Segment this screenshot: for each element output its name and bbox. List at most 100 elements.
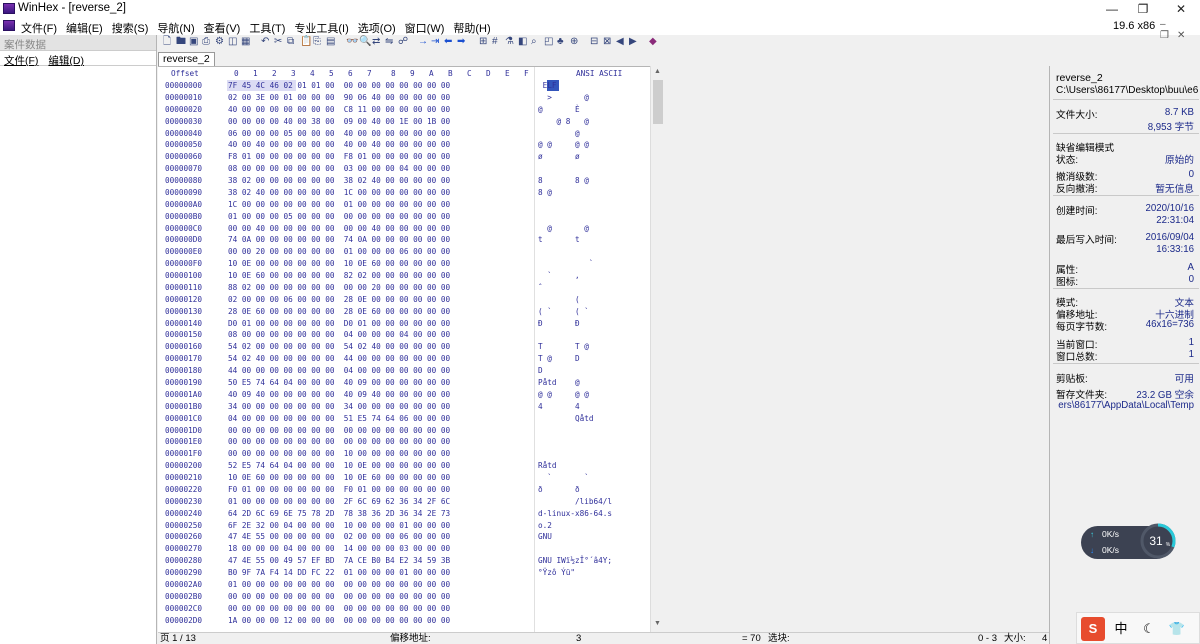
copy-icon[interactable]: ⧉ xyxy=(287,36,294,48)
row-ascii[interactable]: ð ð xyxy=(538,484,580,496)
row-hex-bytes[interactable]: 00 00 00 00 00 00 00 00 10 00 00 00 00 0… xyxy=(228,448,450,460)
row-hex-bytes[interactable]: 74 0A 00 00 00 00 00 00 74 0A 00 00 00 0… xyxy=(228,234,450,246)
row-ascii[interactable]: T @ D xyxy=(538,353,580,365)
row-ascii[interactable]: 8 8 @ xyxy=(538,175,589,187)
maximize-button[interactable]: ❐ xyxy=(1128,0,1158,18)
find-hex-icon[interactable]: 🔍 xyxy=(359,36,371,48)
close-button[interactable]: ✕ xyxy=(1166,0,1196,18)
mdi-window-controls[interactable]: ‒❐✕ xyxy=(1160,19,1200,41)
scroll-up-icon[interactable]: ▲ xyxy=(654,68,661,75)
row-ascii[interactable]: @ @ xyxy=(538,223,589,235)
row-ascii[interactable]: GNU IWï½zÎ°´â4Y; xyxy=(538,555,612,567)
sogou-icon[interactable]: S xyxy=(1081,617,1105,641)
replace-hex-icon[interactable]: ⇋ xyxy=(385,36,393,48)
row-hex-bytes[interactable]: F8 01 00 00 00 00 00 00 F8 01 00 00 00 0… xyxy=(228,151,450,163)
paste-write-icon[interactable]: ⎘ xyxy=(313,36,321,48)
menu-navigate[interactable]: 导航(N) xyxy=(157,20,194,36)
row-hex-bytes[interactable]: 04 00 00 00 00 00 00 00 51 E5 74 64 06 0… xyxy=(228,413,450,425)
menu-specialist-tools[interactable]: 专业工具(I) xyxy=(294,20,348,36)
row-hex-bytes[interactable]: 08 00 00 00 00 00 00 00 03 00 00 00 04 0… xyxy=(228,163,450,175)
row-hex-bytes[interactable]: 40 00 40 00 00 00 00 00 40 00 40 00 00 0… xyxy=(228,139,450,151)
row-hex-bytes[interactable]: 08 00 00 00 00 00 00 00 04 00 00 00 04 0… xyxy=(228,329,450,341)
menu-app-icon[interactable] xyxy=(3,20,15,31)
hex-editor-view[interactable]: Offset 0 1 2 3 4 5 6 7 8 9 A B C D E F A… xyxy=(158,66,650,633)
row-hex-bytes[interactable]: 52 E5 74 64 04 00 00 00 10 0E 00 00 00 0… xyxy=(228,460,450,472)
menu-options[interactable]: 选项(O) xyxy=(358,20,396,36)
row-hex-bytes[interactable]: 47 4E 55 00 49 57 EF BD 7A CE B0 B4 E2 3… xyxy=(228,555,450,567)
row-hex-bytes[interactable]: 01 00 00 00 00 00 00 00 2F 6C 69 62 36 3… xyxy=(228,496,450,508)
scrollbar-thumb[interactable] xyxy=(653,80,663,124)
row-hex-bytes[interactable]: 50 E5 74 64 04 00 00 00 40 09 00 00 00 0… xyxy=(228,377,450,389)
row-ascii[interactable]: t t xyxy=(538,234,580,246)
row-ascii[interactable]: > @ xyxy=(538,92,589,104)
row-ascii[interactable]: @ 8 @ xyxy=(538,116,589,128)
row-hex-bytes[interactable]: 00 00 40 00 00 00 00 00 00 00 40 00 00 0… xyxy=(228,223,450,235)
row-ascii[interactable]: /lib64/l xyxy=(538,496,612,508)
prev-icon[interactable]: ◀ xyxy=(616,36,624,48)
row-hex-bytes[interactable]: 47 4E 55 00 00 00 00 00 02 00 00 00 06 0… xyxy=(228,531,450,543)
analyze-icon[interactable]: ⚗ xyxy=(505,36,514,48)
print-icon[interactable]: ⎙ xyxy=(202,36,210,48)
back-icon[interactable]: ⬅ xyxy=(444,36,452,48)
undo-icon[interactable]: ↶ xyxy=(261,36,269,48)
row-ascii[interactable]: @ @ @ @ xyxy=(538,389,589,401)
menu-help[interactable]: 帮助(H) xyxy=(453,20,490,36)
goto-offset-icon[interactable]: → xyxy=(418,36,428,48)
bookmark-icon[interactable]: ♣ xyxy=(557,36,564,48)
template-icon[interactable]: ⊕ xyxy=(570,36,578,48)
forensic-icon[interactable]: ◆ xyxy=(649,36,657,48)
row-hex-bytes[interactable]: 28 0E 60 00 00 00 00 00 28 0E 60 00 00 0… xyxy=(228,306,450,318)
row-hex-bytes[interactable]: D0 01 00 00 00 00 00 00 D0 01 00 00 00 0… xyxy=(228,318,450,330)
row-hex-bytes[interactable]: 01 00 00 00 00 00 00 00 00 00 00 00 00 0… xyxy=(228,579,450,591)
block-start-icon[interactable]: ⊟ xyxy=(590,36,598,48)
row-ascii[interactable]: @ xyxy=(538,128,580,140)
open-file-icon[interactable]: 🖿 xyxy=(176,36,186,48)
row-ascii[interactable]: 8 @ xyxy=(538,187,552,199)
view-icon[interactable]: ◰ xyxy=(544,36,553,48)
row-ascii[interactable]: o.2 xyxy=(538,520,552,532)
row-hex-bytes[interactable]: 00 00 00 00 00 00 00 00 00 00 00 00 00 0… xyxy=(228,591,450,603)
menu-view[interactable]: 查看(V) xyxy=(204,20,241,36)
row-ascii[interactable]: D xyxy=(538,365,543,377)
row-hex-bytes[interactable]: 00 00 00 00 40 00 38 00 09 00 40 00 1E 0… xyxy=(228,116,450,128)
row-hex-bytes[interactable]: 18 00 00 00 04 00 00 00 14 00 00 00 03 0… xyxy=(228,543,450,555)
row-hex-bytes[interactable]: 00 00 20 00 00 00 00 00 01 00 00 00 06 0… xyxy=(228,246,450,258)
disk-icon[interactable]: ◫ xyxy=(228,36,237,48)
row-hex-bytes[interactable]: 02 00 00 00 06 00 00 00 28 0E 00 00 00 0… xyxy=(228,294,450,306)
row-ascii[interactable]: ` ‚ xyxy=(538,270,579,282)
row-hex-bytes[interactable]: 54 02 40 00 00 00 00 00 44 00 00 00 00 0… xyxy=(228,353,450,365)
menu-search[interactable]: 搜索(S) xyxy=(112,20,149,36)
moon-icon[interactable]: ☾ xyxy=(1137,617,1161,641)
cut-icon[interactable]: ✂ xyxy=(274,36,282,48)
row-hex-bytes[interactable]: 34 00 00 00 00 00 00 00 34 00 00 00 00 0… xyxy=(228,401,450,413)
menu-file[interactable]: 文件(F) xyxy=(21,20,57,36)
menu-tools[interactable]: 工具(T) xyxy=(249,20,285,36)
new-file-icon[interactable]: 🗋 xyxy=(163,36,171,48)
scroll-down-icon[interactable]: ▼ xyxy=(654,620,661,627)
row-ascii[interactable]: Påtd @ xyxy=(538,377,580,389)
case-menu-edit[interactable]: 编辑(D) xyxy=(48,53,84,67)
row-ascii[interactable]: 4 4 xyxy=(538,401,580,413)
row-ascii[interactable]: @ @ @ @ xyxy=(538,139,589,151)
row-hex-bytes[interactable]: 54 02 00 00 00 00 00 00 54 02 40 00 00 0… xyxy=(228,341,450,353)
row-hex-bytes[interactable]: 00 00 00 00 00 00 00 00 00 00 00 00 00 0… xyxy=(228,425,450,437)
clipboard-icon[interactable]: ▤ xyxy=(326,36,335,48)
row-hex-bytes[interactable]: 1C 00 00 00 00 00 00 00 01 00 00 00 00 0… xyxy=(228,199,450,211)
row-hex-bytes[interactable]: 00 00 00 00 00 00 00 00 00 00 00 00 00 0… xyxy=(228,436,450,448)
row-hex-bytes[interactable]: 10 0E 00 00 00 00 00 00 10 0E 60 00 00 0… xyxy=(228,258,450,270)
row-hex-bytes[interactable]: 44 00 00 00 00 00 00 00 04 00 00 00 00 0… xyxy=(228,365,450,377)
row-hex-bytes[interactable]: 7F 45 4C 46 02 01 01 00 00 00 00 00 00 0… xyxy=(228,80,450,92)
row-hex-bytes[interactable]: F0 01 00 00 00 00 00 00 F0 01 00 00 00 0… xyxy=(228,484,450,496)
row-ascii[interactable]: ( xyxy=(538,294,580,306)
hash-icon[interactable]: # xyxy=(492,36,498,48)
properties-icon[interactable]: ⚙ xyxy=(215,36,224,48)
forward-icon[interactable]: ➡ xyxy=(457,36,465,48)
row-hex-bytes[interactable]: 10 0E 60 00 00 00 00 00 10 0E 60 00 00 0… xyxy=(228,472,450,484)
row-ascii[interactable]: Råtd xyxy=(538,460,557,472)
goto-sector-icon[interactable]: ⇥ xyxy=(431,36,439,48)
row-hex-bytes[interactable]: 10 0E 60 00 00 00 00 00 82 02 00 00 00 0… xyxy=(228,270,450,282)
case-menu-file[interactable]: 文件(F) xyxy=(4,53,38,67)
row-ascii[interactable]: ˆ xyxy=(538,282,543,294)
calculator-icon[interactable]: ⊞ xyxy=(479,36,487,48)
row-ascii[interactable]: ` ` xyxy=(538,472,589,484)
